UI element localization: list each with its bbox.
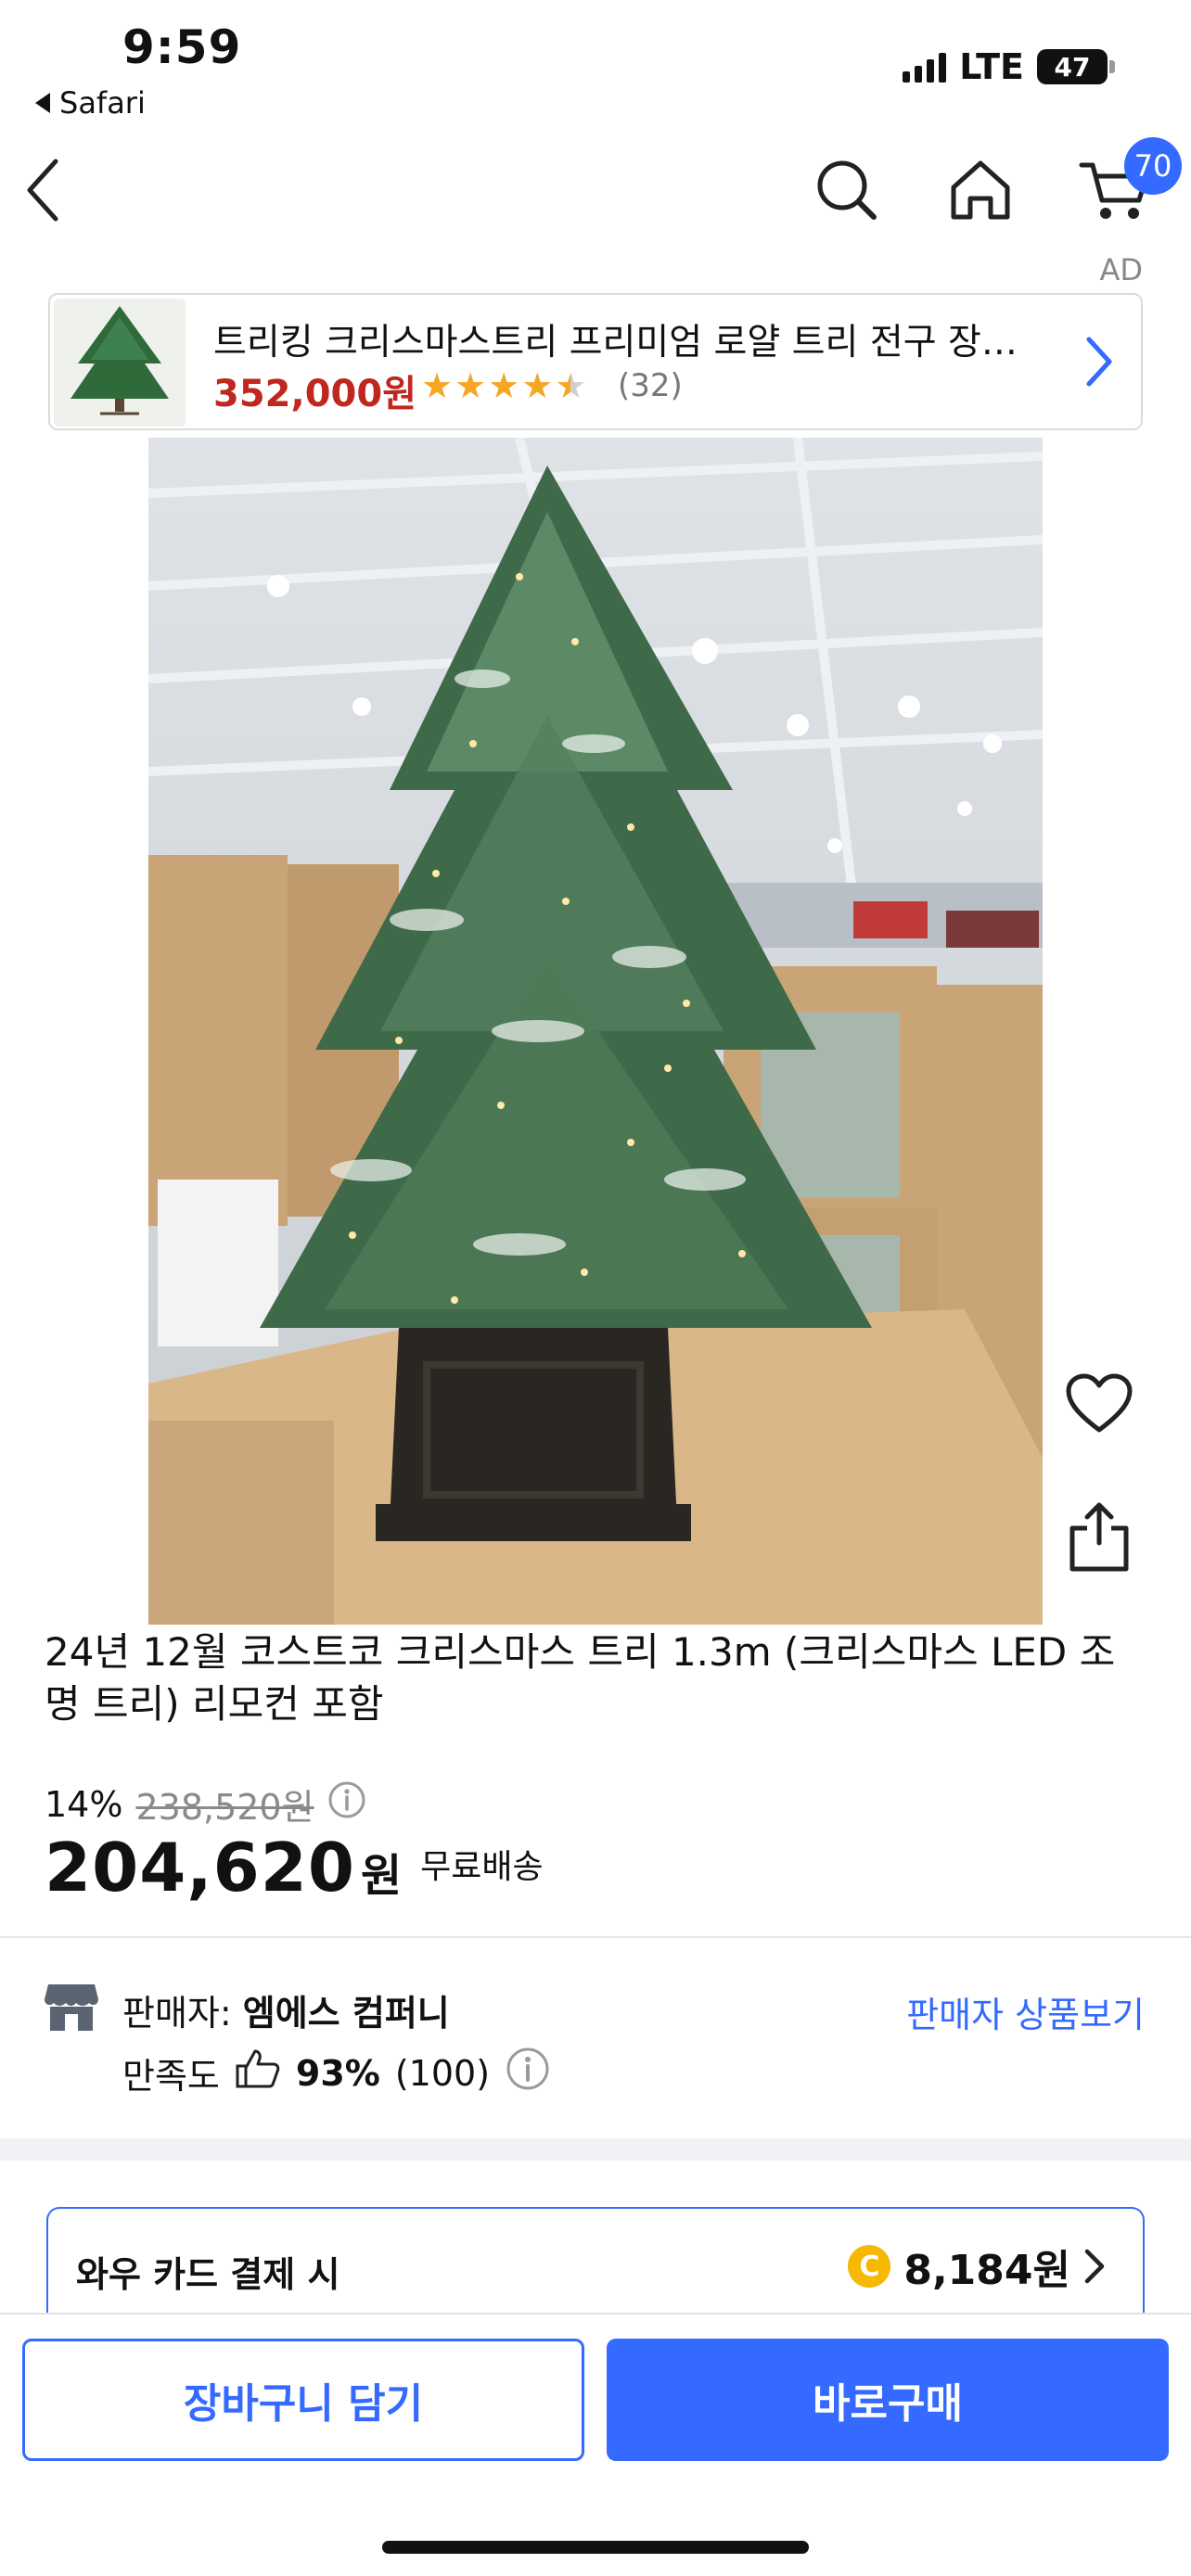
product-title: 24년 12월 코스트코 크리스마스 트리 1.3m (크리스마스 LED 조명… (45, 1629, 1116, 1727)
status-time: 9:59 (122, 20, 242, 74)
chevron-right-icon (1084, 2249, 1105, 2284)
seller-label: 판매자: (122, 1993, 243, 2034)
thumbs-up-icon (235, 2047, 281, 2098)
back-triangle-icon (35, 93, 50, 113)
ad-product-thumbnail (54, 299, 186, 427)
add-to-cart-button[interactable]: 장바구니 담기 (22, 2339, 584, 2461)
back-button[interactable] (24, 158, 61, 226)
search-icon (817, 160, 877, 220)
satisfaction-percent: 93% (295, 2052, 380, 2094)
wishlist-button[interactable] (1065, 1372, 1133, 1439)
sale-price: 204,620 (45, 1829, 355, 1906)
star-icon: ★ (421, 365, 454, 406)
star-icon: ★ (488, 365, 520, 406)
discount-row: 14% 238,520원 (45, 1779, 366, 1830)
back-app-label: Safari (59, 85, 146, 121)
ad-title: 트리킹 크리스마스트리 프리미엄 로얄 트리 전구 장식... (213, 322, 1048, 363)
ad-rating-stars: ★ ★ ★ ★ ★ (421, 365, 586, 406)
home-button[interactable] (948, 158, 1013, 226)
battery-icon: 47 (1037, 49, 1108, 84)
star-icon: ★ (455, 365, 487, 406)
product-image[interactable] (148, 438, 1043, 1625)
tree-thumbnail-image (54, 299, 186, 427)
back-to-app[interactable]: Safari (35, 85, 146, 121)
ad-price: 352,000원 (213, 373, 416, 415)
seller-info: 판매자: 엠에스 컴퍼니 (122, 1984, 450, 2035)
network-label: LTE (959, 46, 1024, 87)
price-info-icon[interactable] (327, 1780, 366, 1828)
satisfaction-row: 만족도 93% (100) (122, 2046, 551, 2100)
seller-name[interactable]: 엠에스 컴퍼니 (243, 1993, 450, 2034)
heart-icon (1066, 1373, 1133, 1433)
section-divider-band (0, 2138, 1191, 2161)
satisfaction-info-icon[interactable] (505, 2046, 551, 2100)
home-icon (951, 160, 1010, 220)
share-icon (1069, 1502, 1129, 1572)
divider (0, 1936, 1191, 1938)
signal-icon (903, 51, 947, 83)
shipping-label: 무료배송 (420, 1848, 544, 1886)
original-price: 238,520원 (135, 1787, 314, 1828)
price-unit: 원 (360, 1850, 403, 1902)
ad-chevron-right-icon (1085, 336, 1113, 391)
wow-card-label: 와우 카드 결제 시 (76, 2254, 340, 2295)
chevron-left-icon (27, 159, 58, 222)
ad-banner[interactable]: 트리킹 크리스마스트리 프리미엄 로얄 트리 전구 장식... 352,000원… (48, 293, 1143, 430)
battery-level: 47 (1054, 51, 1091, 83)
battery-tip (1109, 60, 1115, 73)
share-button[interactable] (1067, 1500, 1132, 1576)
status-indicators: LTE 47 (903, 46, 1115, 87)
price-row: 204,620 원 무료배송 (45, 1829, 544, 1906)
christmas-tree-photo (148, 438, 1043, 1625)
bottom-action-bar: 장바구니 담기 바로구매 (0, 2313, 1191, 2576)
wow-card-benefit[interactable]: 와우 카드 결제 시 C 8,184원 (46, 2207, 1145, 2322)
star-icon: ★ (521, 365, 554, 406)
half-star-icon: ★ (555, 365, 587, 406)
coin-icon: C (848, 2245, 891, 2288)
ad-label: AD (1099, 252, 1143, 287)
wow-card-reward: C 8,184원 (848, 2237, 1106, 2296)
seller-products-link[interactable]: 판매자 상품보기 (906, 1986, 1145, 2037)
ad-review-count: (32) (618, 367, 683, 404)
satisfaction-count: (100) (394, 2052, 491, 2094)
search-button[interactable] (814, 158, 879, 226)
cart-count-badge: 70 (1124, 137, 1182, 195)
store-icon (43, 1981, 100, 2036)
discount-rate: 14% (45, 1783, 123, 1825)
wow-card-amount: 8,184원 (903, 2247, 1070, 2294)
buy-now-button[interactable]: 바로구매 (607, 2339, 1169, 2461)
home-indicator (382, 2541, 809, 2554)
satisfaction-label: 만족도 (122, 2056, 220, 2097)
